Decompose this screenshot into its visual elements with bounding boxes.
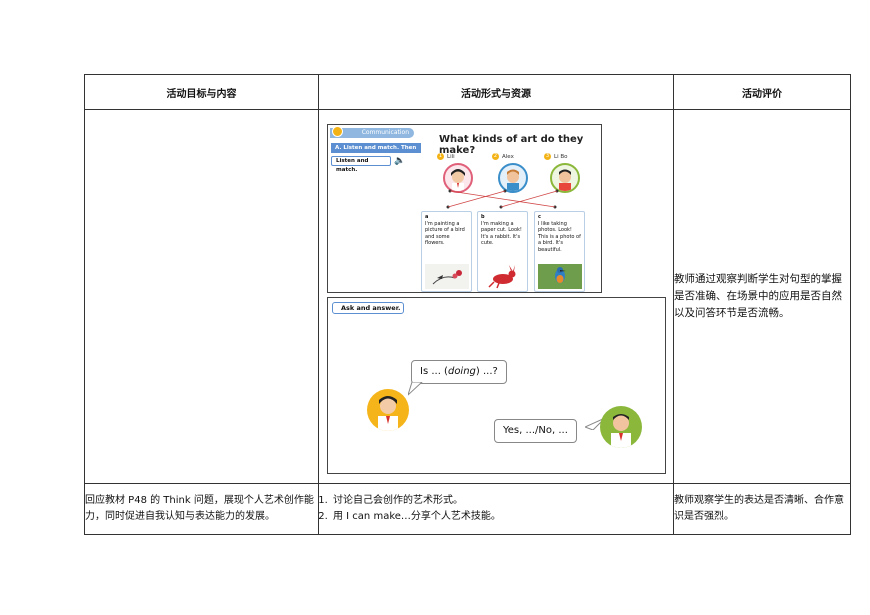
steps-list: 讨论自己会创作的艺术形式。 用 I can make…分享个人艺术技能。 [319, 493, 673, 525]
evaluation-cell-2: 教师观察学生的表达是否清晰、合作意识是否强烈。 [673, 483, 851, 535]
lesson-table: 活动目标与内容 活动形式与资源 活动评价 Communication A. Li… [84, 74, 851, 535]
form-cell: 讨论自己会创作的艺术形式。 用 I can make…分享个人艺术技能。 [318, 483, 674, 535]
goal-cell: 回应教材 P48 的 Think 问题，展现个人艺术创作能力，同时促进自我认知与… [84, 483, 319, 535]
question-verb: doing [447, 366, 476, 377]
question-pre: Is ... ( [420, 366, 448, 377]
activity-row-2: 回应教材 P48 的 Think 问题，展现个人艺术创作能力，同时促进自我认知与… [84, 483, 851, 535]
header-form: 活动形式与资源 [318, 74, 674, 110]
answer-bubble: Yes, .../No, ... [494, 419, 577, 443]
card-text: I like taking photos. Look! This is a ph… [538, 220, 581, 253]
card-text: I'm making a paper cut. Look! It's a rab… [481, 220, 522, 247]
girl-avatar-icon [367, 389, 409, 431]
card-text: I'm painting a picture of a bird and som… [425, 220, 465, 247]
header-evaluation: 活动评价 [673, 74, 851, 110]
ask-answer-panel: Ask and answer. Is ... (doing) ...? Yes,… [327, 297, 666, 474]
textbook-panel-listen-match: Communication A. Listen and match. Then … [327, 124, 602, 293]
rabbit-papercut-icon [481, 264, 525, 289]
resource-cell: Communication A. Listen and match. Then … [318, 109, 674, 484]
activity-row-1: Communication A. Listen and match. Then … [84, 109, 851, 484]
ask-answer-button[interactable]: Ask and answer. [332, 302, 404, 314]
header-goal: 活动目标与内容 [84, 74, 319, 110]
header-row: 活动目标与内容 活动形式与资源 活动评价 [84, 74, 851, 110]
kingfisher-photo-icon [538, 264, 582, 289]
card-c: c I like taking photos. Look! This is a … [534, 211, 585, 292]
bubble-tail-icon [408, 382, 423, 396]
bird-flower-painting-icon [425, 264, 469, 289]
question-bubble: Is ... (doing) ...? [411, 360, 507, 384]
question-post: ) ...? [475, 366, 498, 377]
goal-cell-empty [84, 109, 319, 484]
list-item: 讨论自己会创作的艺术形式。 [331, 493, 673, 509]
evaluation-cell-1: 教师通过观察判断学生对句型的掌握是否准确、在场景中的应用是否自然以及问答环节是否… [673, 109, 851, 484]
list-item: 用 I can make…分享个人艺术技能。 [331, 509, 673, 525]
card-b: b I'm making a paper cut. Look! It's a r… [477, 211, 528, 292]
boy-avatar-icon [600, 406, 642, 448]
card-a: a I'm painting a picture of a bird and s… [421, 211, 472, 292]
